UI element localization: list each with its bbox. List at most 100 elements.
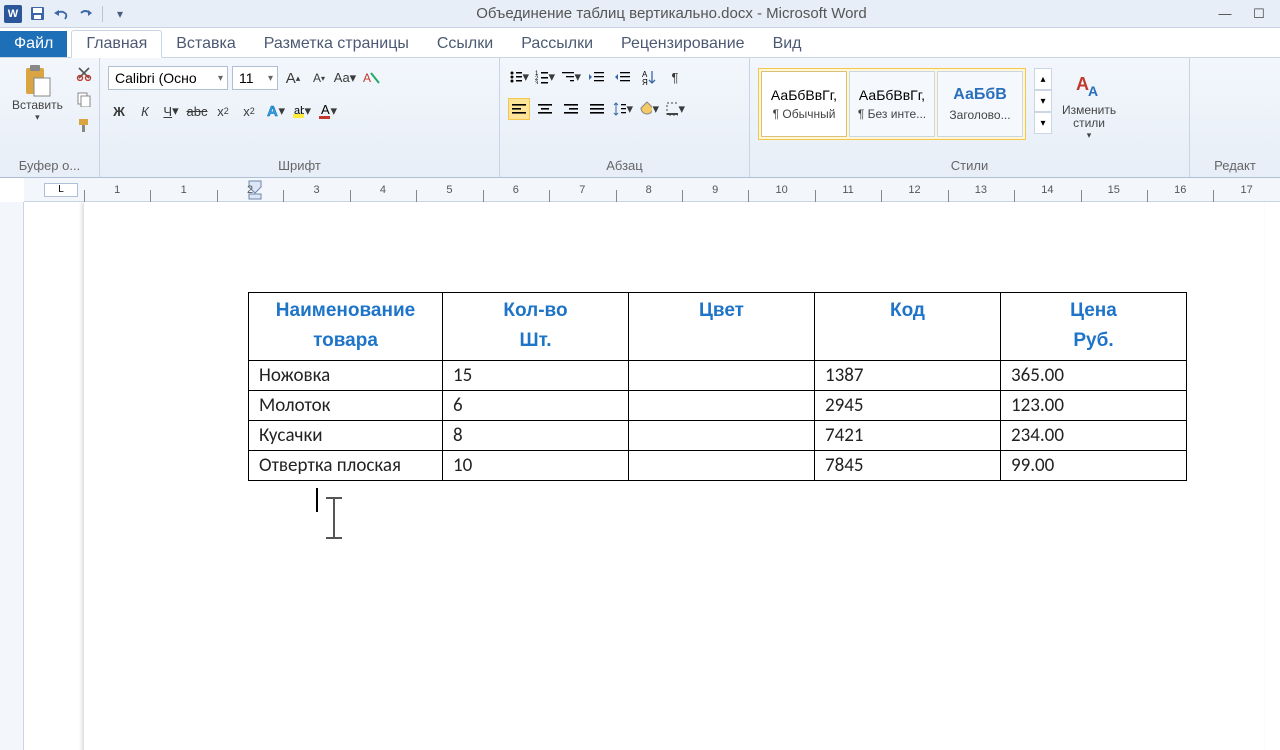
align-right-icon[interactable] xyxy=(560,98,582,120)
table-cell[interactable]: 2945 xyxy=(815,390,1001,420)
highlight-icon[interactable]: ab▾ xyxy=(290,100,312,122)
bold-icon[interactable]: Ж xyxy=(108,100,130,122)
superscript-icon[interactable]: x2 xyxy=(238,100,260,122)
table-cell[interactable]: 7845 xyxy=(815,450,1001,480)
strike-icon[interactable]: abc xyxy=(186,100,208,122)
svg-text:3: 3 xyxy=(535,81,539,84)
grow-font-icon[interactable]: A▴ xyxy=(282,67,304,89)
text-effects-icon[interactable]: A▾ xyxy=(264,100,286,122)
table-cell[interactable] xyxy=(629,360,815,390)
table-header-cell[interactable]: Наименование товара xyxy=(249,293,443,361)
font-size-value: 11 xyxy=(239,70,254,86)
table-cell[interactable]: 234.00 xyxy=(1001,420,1187,450)
show-marks-icon[interactable]: ¶ xyxy=(664,66,686,88)
table-header-cell[interactable]: Цвет xyxy=(629,293,815,361)
table-row[interactable]: Молоток6 2945123.00 xyxy=(249,390,1187,420)
subscript-icon[interactable]: x2 xyxy=(212,100,234,122)
table-cell[interactable]: 15 xyxy=(443,360,629,390)
increase-indent-icon[interactable] xyxy=(612,66,634,88)
style-heading1[interactable]: АаБбВ Заголово... xyxy=(937,71,1023,137)
table-row[interactable]: Ножовка15 1387365.00 xyxy=(249,360,1187,390)
change-case-icon[interactable]: Aa▾ xyxy=(334,67,356,89)
styles-gallery[interactable]: АаБбВвГг, ¶ Обычный АаБбВвГг, ¶ Без инте… xyxy=(758,68,1026,140)
table-cell[interactable]: 123.00 xyxy=(1001,390,1187,420)
table-cell[interactable]: 99.00 xyxy=(1001,450,1187,480)
tab-references[interactable]: Ссылки xyxy=(423,31,507,57)
table-cell[interactable] xyxy=(629,420,815,450)
table-header-cell[interactable]: Цена Руб. xyxy=(1001,293,1187,361)
font-name-combo[interactable]: Calibri (Осно xyxy=(108,66,228,90)
group-paragraph-label: Абзац xyxy=(508,158,741,175)
multilevel-icon[interactable]: ▾ xyxy=(560,66,582,88)
bullets-icon[interactable]: ▾ xyxy=(508,66,530,88)
style-normal[interactable]: АаБбВвГг, ¶ Обычный xyxy=(761,71,847,137)
decrease-indent-icon[interactable] xyxy=(586,66,608,88)
borders-icon[interactable]: ▾ xyxy=(664,98,686,120)
svg-text:ab: ab xyxy=(294,105,304,117)
shrink-font-icon[interactable]: A▾ xyxy=(308,67,330,89)
paste-button[interactable]: Вставить ▾ xyxy=(8,62,67,125)
copy-icon[interactable] xyxy=(73,88,95,110)
align-center-icon[interactable] xyxy=(534,98,556,120)
font-name-value: Calibri (Осно xyxy=(115,70,197,86)
qat-customize-icon[interactable]: ▾ xyxy=(111,5,129,23)
table-cell[interactable]: Молоток xyxy=(249,390,443,420)
table-row[interactable]: Отвертка плоская10 784599.00 xyxy=(249,450,1187,480)
table-cell[interactable]: 6 xyxy=(443,390,629,420)
table-cell[interactable]: 365.00 xyxy=(1001,360,1187,390)
numbering-icon[interactable]: 1 2 3 ▾ xyxy=(534,66,556,88)
font-color-icon[interactable]: A▾ xyxy=(316,100,338,122)
tab-mailings[interactable]: Рассылки xyxy=(507,31,607,57)
ruler-tab-selector[interactable]: L xyxy=(44,183,78,197)
underline-icon[interactable]: Ч▾ xyxy=(160,100,182,122)
justify-icon[interactable] xyxy=(586,98,608,120)
table-cell[interactable]: 10 xyxy=(443,450,629,480)
document-table[interactable]: Наименование товара Кол-во Шт. Цвет Код … xyxy=(248,292,1187,481)
format-painter-icon[interactable] xyxy=(73,114,95,136)
font-size-combo[interactable]: 11 xyxy=(232,66,278,90)
table-cell[interactable]: 8 xyxy=(443,420,629,450)
table-header-cell[interactable]: Код xyxy=(815,293,1001,361)
ruler-horizontal[interactable]: L 11234567891011121314151617 xyxy=(24,178,1280,202)
table-cell[interactable]: Отвертка плоская xyxy=(249,450,443,480)
tab-view[interactable]: Вид xyxy=(759,31,816,57)
svg-text:A: A xyxy=(363,71,371,85)
styles-down-icon[interactable]: ▾ xyxy=(1034,90,1052,112)
tab-review[interactable]: Рецензирование xyxy=(607,31,759,57)
tab-page-layout[interactable]: Разметка страницы xyxy=(250,31,423,57)
document-page[interactable]: Наименование товара Кол-во Шт. Цвет Код … xyxy=(84,202,1264,750)
tab-insert[interactable]: Вставка xyxy=(162,31,249,57)
italic-icon[interactable]: К xyxy=(134,100,156,122)
ruler-vertical[interactable] xyxy=(0,202,24,750)
undo-icon[interactable] xyxy=(52,5,70,23)
cut-icon[interactable] xyxy=(73,62,95,84)
styles-up-icon[interactable]: ▴ xyxy=(1034,68,1052,90)
window-title: Объединение таблиц вертикально.docx - Mi… xyxy=(129,5,1214,22)
clear-format-icon[interactable]: A xyxy=(360,67,382,89)
align-left-icon[interactable] xyxy=(508,98,530,120)
style-no-spacing[interactable]: АаБбВвГг, ¶ Без инте... xyxy=(849,71,935,137)
tab-file[interactable]: Файл xyxy=(0,31,67,57)
maximize-button[interactable]: ☐ xyxy=(1248,5,1270,23)
group-font-label: Шрифт xyxy=(108,158,491,175)
save-icon[interactable] xyxy=(28,5,46,23)
tab-home[interactable]: Главная xyxy=(71,30,162,58)
table-header-cell[interactable]: Кол-во Шт. xyxy=(443,293,629,361)
table-cell[interactable]: Ножовка xyxy=(249,360,443,390)
minimize-button[interactable]: — xyxy=(1214,5,1236,23)
table-cell[interactable]: Кусачки xyxy=(249,420,443,450)
table-cell[interactable]: 1387 xyxy=(815,360,1001,390)
table-cell[interactable] xyxy=(629,450,815,480)
table-header-row[interactable]: Наименование товара Кол-во Шт. Цвет Код … xyxy=(249,293,1187,361)
word-app-icon[interactable]: W xyxy=(4,5,22,23)
table-row[interactable]: Кусачки8 7421234.00 xyxy=(249,420,1187,450)
redo-icon[interactable] xyxy=(76,5,94,23)
sort-icon[interactable]: AЯ xyxy=(638,66,660,88)
shading-icon[interactable]: ▾ xyxy=(638,98,660,120)
table-cell[interactable]: 7421 xyxy=(815,420,1001,450)
change-styles-button[interactable]: AA Изменить стили ▾ xyxy=(1058,68,1120,143)
line-spacing-icon[interactable]: ▾ xyxy=(612,98,634,120)
table-cell[interactable] xyxy=(629,390,815,420)
styles-more-icon[interactable]: ▾ xyxy=(1034,112,1052,134)
page-area[interactable]: Наименование товара Кол-во Шт. Цвет Код … xyxy=(24,202,1280,750)
